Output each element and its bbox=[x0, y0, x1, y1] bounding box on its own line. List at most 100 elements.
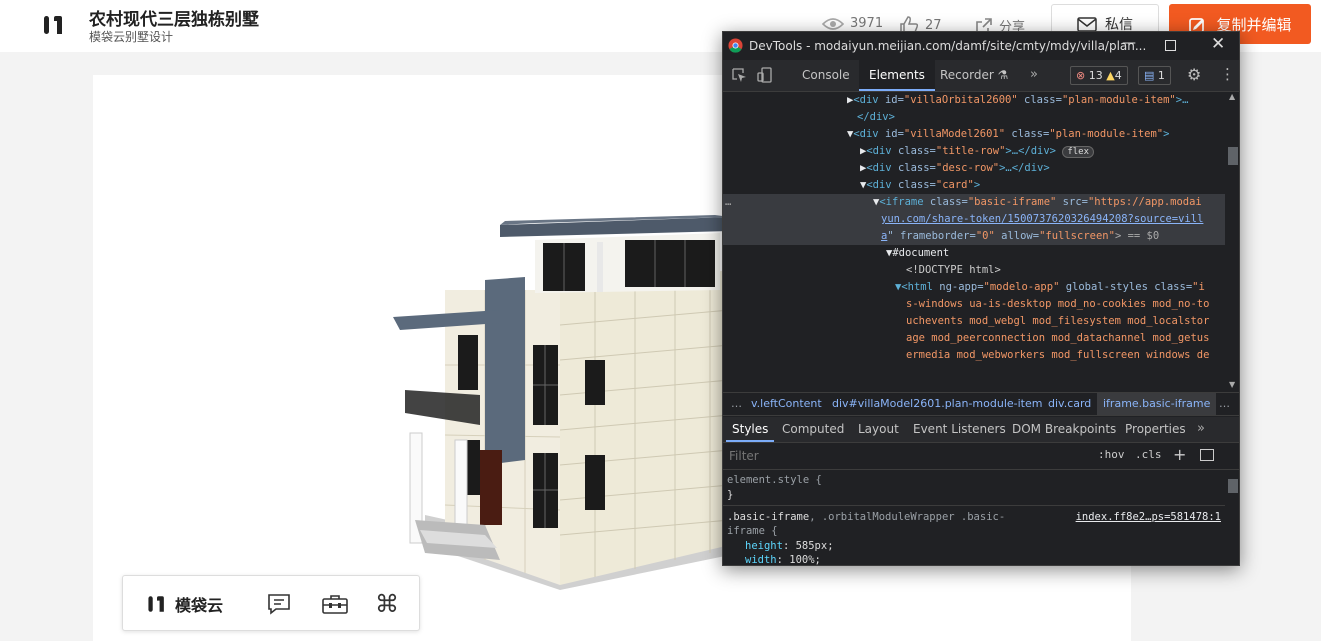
hov-toggle[interactable]: :hov bbox=[1098, 448, 1125, 461]
rule-source-link[interactable]: index.ff8e2…ps=581478:1 bbox=[1076, 510, 1221, 525]
maximize-icon[interactable] bbox=[1165, 40, 1176, 51]
tree-line-html-2[interactable]: s-windows ua-is-desktop mod_no-cookies m… bbox=[906, 296, 1209, 313]
tab-recorder-label: Recorder bbox=[940, 68, 994, 82]
elements-scroll-thumb[interactable] bbox=[1228, 147, 1238, 165]
more-tabs-icon[interactable]: » bbox=[1030, 67, 1038, 82]
devtools-tabbar: Console Elements Recorder ⚗ » ⊗ 13 ▲4 ▤ … bbox=[723, 60, 1239, 92]
node-ellipsis[interactable]: … bbox=[725, 194, 731, 211]
page-subtitle[interactable]: 模袋云别墅设计 bbox=[89, 28, 173, 45]
comment-icon bbox=[268, 594, 290, 615]
toggle-sidebar-icon[interactable] bbox=[1200, 449, 1214, 461]
mail-icon bbox=[1077, 16, 1097, 32]
error-count: 13 bbox=[1088, 69, 1103, 82]
tab-computed[interactable]: Computed bbox=[782, 417, 844, 442]
scroll-up-icon[interactable]: ▲ bbox=[1229, 92, 1235, 101]
tree-line-html-1[interactable]: ▼<html ng-app="modelo-app" global-styles… bbox=[895, 279, 1205, 296]
warning-icon: ▲ bbox=[1106, 69, 1115, 82]
error-icon: ⊗ bbox=[1076, 69, 1086, 82]
tree-line-html-5[interactable]: ermedia mod_webworkers mod_fullscreen wi… bbox=[906, 347, 1209, 364]
styles-filter-bar: :hov .cls + bbox=[723, 443, 1239, 470]
modelo-logo-icon[interactable] bbox=[40, 13, 68, 37]
page-title: 农村现代三层独栋别墅 bbox=[89, 10, 259, 30]
breadcrumb-card[interactable]: div.card bbox=[1048, 393, 1091, 415]
breadcrumb-leftcontent[interactable]: v.leftContent bbox=[751, 393, 822, 415]
toolbox-icon bbox=[322, 595, 348, 614]
tab-styles[interactable]: Styles bbox=[725, 417, 775, 442]
tree-line-iframe-3[interactable]: a" frameborder="0" allow="fullscreen"> =… bbox=[881, 228, 1159, 245]
issues-counter[interactable]: ⊗ 13 ▲4 bbox=[1070, 66, 1128, 85]
basic-iframe-selector[interactable]: .basic-iframe, .orbitalModuleWrapper .ba… bbox=[727, 510, 1005, 525]
devtools-window: DevTools - modaiyun.meijian.com/damf/sit… bbox=[722, 31, 1240, 566]
element-style-rule[interactable]: element.style { bbox=[727, 473, 822, 488]
tree-line-title-row[interactable]: ▶<div class="title-row">…</div> flex bbox=[860, 143, 1095, 161]
rule-divider bbox=[723, 505, 1225, 506]
elements-tree[interactable]: … ▶<div id="villaOrbital2600" class="pla… bbox=[723, 92, 1225, 392]
view-count: 3971 bbox=[822, 16, 883, 31]
command-icon: ⌘ bbox=[375, 590, 399, 618]
height-declaration[interactable]: height: 585px; bbox=[745, 539, 834, 554]
element-style-close: } bbox=[727, 489, 734, 501]
close-icon[interactable]: ✕ bbox=[1211, 34, 1225, 54]
tree-line-html-4[interactable]: age mod_peerconnection mod_datachannel m… bbox=[906, 330, 1209, 347]
messages-counter[interactable]: ▤ 1 bbox=[1138, 66, 1171, 85]
tree-line-desc-row[interactable]: ▶<div class="desc-row">…</div> bbox=[860, 160, 1050, 177]
breadcrumb-more-left[interactable]: … bbox=[731, 393, 742, 415]
tree-line-villaOrbital[interactable]: ▶<div id="villaOrbital2600" class="plan-… bbox=[847, 92, 1188, 109]
inspect-element-icon[interactable] bbox=[732, 68, 747, 83]
tab-properties[interactable]: Properties bbox=[1125, 417, 1186, 442]
eye-icon bbox=[822, 17, 844, 30]
tab-dom-breakpoints[interactable]: DOM Breakpoints bbox=[1012, 417, 1116, 442]
minimize-icon[interactable]: — bbox=[1122, 35, 1136, 51]
tab-event-listeners[interactable]: Event Listeners bbox=[913, 417, 1006, 442]
devtools-title: DevTools - modaiyun.meijian.com/damf/sit… bbox=[749, 39, 1147, 53]
viewer-toolbar: 模袋云 ⌘ bbox=[122, 575, 420, 631]
tab-console[interactable]: Console bbox=[793, 60, 859, 91]
command-button[interactable]: ⌘ bbox=[375, 576, 399, 632]
viewer-brand[interactable]: 模袋云 bbox=[145, 576, 223, 632]
more-options-icon[interactable]: ⋮ bbox=[1220, 65, 1235, 83]
viewer-brand-label: 模袋云 bbox=[175, 596, 224, 615]
tree-line-doctype[interactable]: <!DOCTYPE html> bbox=[906, 262, 1001, 279]
scroll-down-icon[interactable]: ▼ bbox=[1229, 380, 1235, 389]
styles-pane[interactable]: element.style { } .basic-iframe, .orbita… bbox=[723, 471, 1225, 565]
breadcrumb-iframe[interactable]: iframe.basic-iframe bbox=[1097, 393, 1217, 415]
iframe-src-link[interactable]: yun.com/share-token/1500737620326494208?… bbox=[881, 213, 1203, 225]
cls-toggle[interactable]: .cls bbox=[1135, 448, 1162, 461]
flask-icon: ⚗ bbox=[997, 68, 1009, 82]
breadcrumb-villamodel[interactable]: div#villaModel2601.plan-module-item bbox=[832, 393, 1042, 415]
devtools-titlebar[interactable]: DevTools - modaiyun.meijian.com/damf/sit… bbox=[723, 32, 1239, 60]
styles-scroll-thumb[interactable] bbox=[1228, 479, 1238, 493]
message-count: 1 bbox=[1157, 69, 1165, 82]
tree-line-close-div[interactable]: </div> bbox=[857, 109, 895, 126]
message-icon: ▤ bbox=[1144, 69, 1155, 82]
elements-scrollbar[interactable]: ▲ ▼ bbox=[1225, 92, 1239, 392]
tree-line-document[interactable]: ▼#document bbox=[886, 245, 949, 262]
tree-line-iframe-1[interactable]: ▼<iframe class="basic-iframe" src="https… bbox=[873, 194, 1202, 211]
chrome-icon bbox=[728, 38, 743, 53]
width-declaration[interactable]: width: 100%; bbox=[745, 553, 821, 565]
new-style-rule-icon[interactable]: + bbox=[1173, 445, 1186, 464]
tree-line-html-3[interactable]: uchevents mod_webgl mod_filesystem mod_l… bbox=[906, 313, 1209, 330]
toolbox-button[interactable] bbox=[321, 576, 349, 632]
modelo-logo-icon bbox=[148, 596, 164, 612]
tree-line-iframe-2[interactable]: yun.com/share-token/1500737620326494208?… bbox=[881, 211, 1203, 228]
styles-filter-input[interactable] bbox=[727, 446, 1087, 466]
styles-subtabbar: Styles Computed Layout Event Listeners D… bbox=[723, 417, 1239, 443]
tab-elements[interactable]: Elements bbox=[859, 60, 935, 91]
tree-line-villaModel[interactable]: ▼<div id="villaModel2601" class="plan-mo… bbox=[847, 126, 1169, 143]
flex-badge[interactable]: flex bbox=[1062, 146, 1095, 158]
comment-button[interactable] bbox=[267, 576, 291, 632]
villa-3d-model[interactable] bbox=[385, 215, 730, 595]
breadcrumb-more-right[interactable]: … bbox=[1219, 393, 1230, 415]
tree-line-card[interactable]: ▼<div class="card"> bbox=[860, 177, 980, 194]
settings-gear-icon[interactable]: ⚙ bbox=[1187, 65, 1201, 84]
tab-layout[interactable]: Layout bbox=[858, 417, 899, 442]
styles-scrollbar[interactable] bbox=[1225, 471, 1239, 565]
basic-iframe-selector-cont: iframe { bbox=[727, 525, 778, 537]
warning-count: 4 bbox=[1114, 69, 1122, 82]
tab-recorder[interactable]: Recorder ⚗ bbox=[930, 60, 1018, 91]
more-subtabs-icon[interactable]: » bbox=[1197, 421, 1205, 436]
device-toolbar-icon[interactable] bbox=[757, 67, 773, 83]
view-count-label: 3971 bbox=[850, 16, 884, 31]
breadcrumb: … v.leftContent div#villaModel2601.plan-… bbox=[723, 392, 1239, 416]
